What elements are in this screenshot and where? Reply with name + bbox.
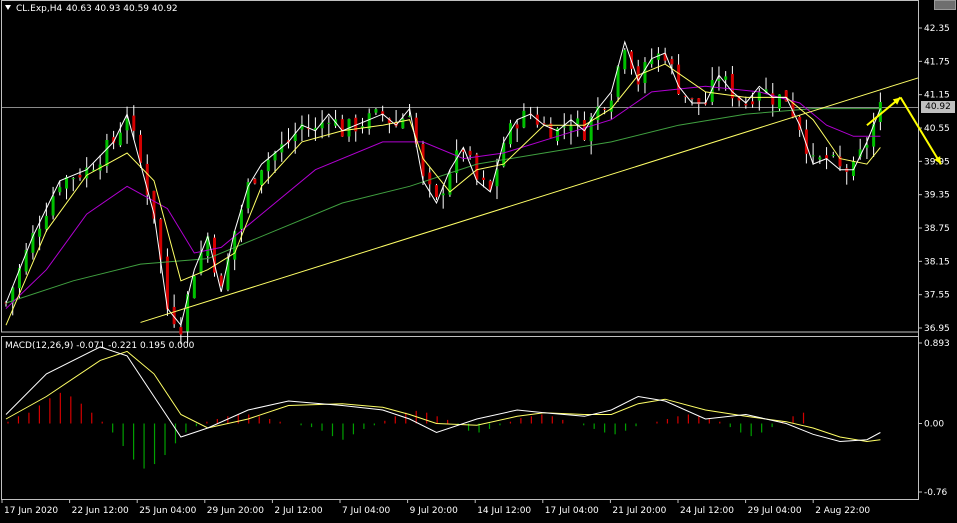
candle-body — [717, 79, 721, 81]
candle-body — [51, 196, 55, 216]
candle-body — [724, 76, 728, 80]
candle-body — [58, 187, 62, 193]
time-tick-label: 24 Jul 12:00 — [680, 506, 734, 516]
time-tick-label: 29 Jun 20:00 — [207, 506, 264, 516]
time-tick-label: 22 Jun 12:00 — [72, 506, 129, 516]
candle-body — [744, 103, 748, 106]
price-tick-label: 40.55 — [924, 124, 950, 134]
candle-body — [125, 118, 129, 131]
price-tick-label: 37.55 — [924, 291, 950, 301]
macd-tick-label: -0.76 — [924, 488, 948, 498]
candle-body — [78, 174, 82, 178]
candle-body — [468, 150, 472, 156]
time-tick-label: 7 Jul 04:00 — [342, 506, 391, 516]
candle-body — [603, 108, 607, 110]
candle-body — [757, 91, 761, 101]
candle-body — [482, 177, 486, 180]
candle-body — [690, 98, 694, 100]
chart-scroll-button[interactable] — [934, 0, 956, 10]
candle-body — [340, 119, 344, 137]
macd-tick-label: 0.893 — [924, 339, 950, 349]
symbol-menu-icon — [5, 5, 11, 10]
candle-body — [253, 178, 257, 184]
candle-body — [623, 50, 627, 70]
candle-body — [132, 115, 136, 131]
candle-body — [434, 185, 438, 198]
time-tick-label: 29 Jul 04:00 — [748, 506, 802, 516]
candle-body — [865, 144, 869, 148]
candle-body — [441, 193, 445, 196]
candle-body — [576, 118, 580, 125]
candle-body — [508, 123, 512, 145]
chart-area[interactable]: 42.35 41.75 41.15 40.55 39.95 39.35 38.75 38.15… — [0, 0, 957, 519]
candle-body — [818, 157, 822, 160]
price-tick-label: 41.75 — [924, 57, 950, 67]
price-panel-frame — [1, 0, 919, 333]
chart-symbol-label: CL.Exp,H4 — [16, 4, 63, 14]
time-tick-label: 14 Jul 12:00 — [477, 506, 531, 516]
candle-body — [455, 150, 459, 174]
price-tick-label: 38.15 — [924, 257, 950, 267]
time-tick-label: 25 Jun 04:00 — [139, 506, 196, 516]
candle-body — [71, 178, 75, 180]
price-tick-label: 39.35 — [924, 191, 950, 201]
macd-tick-label: 0.00 — [924, 419, 944, 429]
candle-body — [831, 155, 835, 157]
candle-body — [475, 154, 479, 180]
candle-body — [825, 155, 829, 159]
time-tick-label: 21 Jul 20:00 — [612, 506, 666, 516]
candle-body — [730, 73, 734, 99]
candle-body — [428, 172, 432, 185]
candle-body — [38, 228, 42, 237]
candle-body — [260, 170, 264, 186]
candle-body — [179, 327, 183, 335]
ohlc-values: 40.63 40.93 40.59 40.92 — [66, 4, 178, 14]
candle-body — [670, 59, 674, 65]
candle-body — [266, 159, 270, 172]
price-tick-label: 36.95 — [924, 324, 950, 334]
candle-body — [219, 275, 223, 287]
candle-body — [569, 126, 573, 131]
candle-body — [401, 118, 405, 129]
macd-signal-line — [5, 350, 881, 443]
candle-body — [751, 101, 755, 105]
time-tick-label: 17 Jul 04:00 — [545, 506, 599, 516]
time-tick-label: 17 Jun 2020 — [4, 506, 58, 516]
macd-label: MACD(12,26,9) -0.071 -0.221 0.195 0.000 — [5, 341, 195, 351]
candle-body — [609, 100, 613, 112]
candle-body — [105, 139, 109, 167]
candle-body — [374, 109, 378, 113]
price-tick-label: 41.15 — [924, 91, 950, 101]
price-tick-label: 42.35 — [924, 24, 950, 34]
macd-main-line — [5, 346, 881, 443]
candle-body — [515, 124, 519, 129]
current-price-badge: 40.92 — [921, 101, 955, 113]
price-chart: 42.3541.7541.1540.5539.9539.3538.7538.15… — [1, 0, 950, 516]
candle-body — [327, 122, 331, 124]
candle-body — [522, 110, 526, 128]
candle-body — [192, 276, 196, 299]
candle-body — [118, 132, 122, 146]
time-tick-label: 2 Aug 22:00 — [815, 506, 870, 516]
candle-body — [549, 123, 553, 138]
time-tick-label: 9 Jul 20:00 — [410, 506, 459, 516]
price-tick-label: 38.75 — [924, 224, 950, 234]
candle-body — [811, 155, 815, 157]
candle-body — [777, 94, 781, 109]
candle-body — [44, 215, 48, 230]
time-tick-label: 2 Jul 12:00 — [274, 506, 323, 516]
